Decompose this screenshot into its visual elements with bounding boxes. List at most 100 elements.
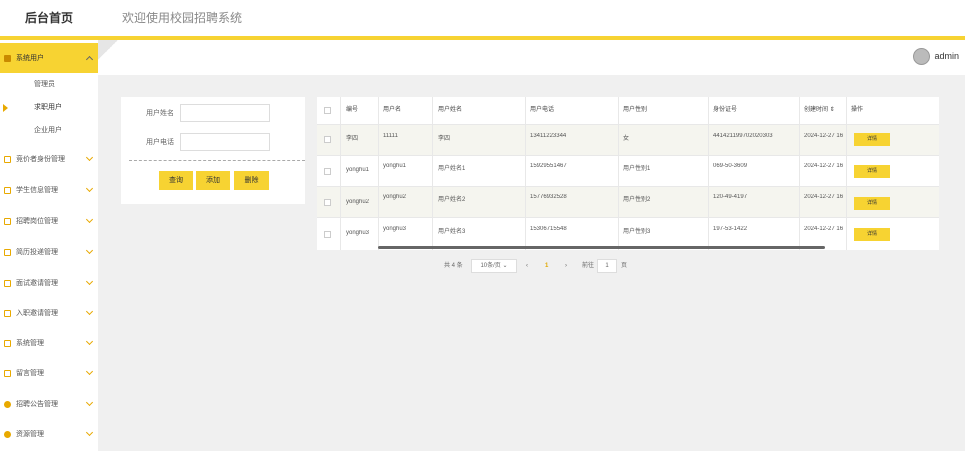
col-divider [618, 97, 619, 250]
phone-search-input[interactable] [180, 133, 270, 151]
folder-icon [4, 309, 11, 317]
sidebar-item-group-9[interactable]: 招聘公告管理 [0, 389, 98, 419]
welcome-title: 欢迎使用校园招聘系统 [122, 11, 243, 25]
goto-page-input[interactable]: 1 [597, 259, 617, 273]
folder-icon [4, 217, 11, 225]
col-divider [708, 97, 709, 250]
cell-created: 2024-12-27 16 [804, 133, 844, 139]
col-header-phone: 用户电话 [530, 107, 555, 113]
folder-icon [4, 248, 11, 256]
cell-idcard: 120-49-4197 [713, 194, 748, 200]
cell-created: 2024-12-27 16 [804, 194, 844, 200]
cell-name: 用户姓名3 [438, 229, 466, 235]
folder-icon [4, 279, 11, 287]
cell-id: yonghu2 [346, 199, 370, 205]
chevron-down-icon [85, 153, 94, 162]
cell-id: yonghu1 [346, 167, 370, 173]
sidebar-item-label: 学生信息管理 [16, 187, 58, 194]
chevron-down-icon [85, 184, 94, 193]
col-header-username: 用户名 [383, 107, 402, 113]
sidebar-item-label: 留言管理 [16, 370, 44, 377]
sidebar-item-label: 简历投递管理 [16, 249, 58, 256]
sidebar-item-label: 系统管理 [16, 340, 44, 347]
delete-button[interactable]: 删除 [234, 171, 269, 190]
sidebar-item-group-8[interactable]: 留言管理 [0, 358, 98, 388]
chevron-down-icon [85, 215, 94, 224]
content-toolbar: admin [98, 40, 965, 75]
cell-idcard: 197-53-1422 [713, 226, 748, 232]
sidebar-item-label: 招聘公告管理 [16, 401, 58, 408]
sidebar-subitem-companies[interactable]: 企业用户 [0, 120, 98, 142]
col-header-idcard: 身份证号 [713, 107, 738, 113]
sidebar-item-label: 竞价者身份管理 [16, 156, 65, 163]
row-checkbox[interactable] [324, 199, 331, 206]
col-divider [846, 97, 847, 250]
chevron-down-icon [85, 428, 94, 437]
cell-created: 2024-12-27 16 [804, 163, 844, 169]
sidebar-item-label: 资源管理 [16, 431, 44, 438]
username-search-input[interactable] [180, 104, 270, 122]
chevron-down-icon: ⌄ [502, 263, 508, 269]
select-all-checkbox[interactable] [324, 107, 331, 114]
folder-icon [4, 339, 11, 347]
detail-button[interactable]: 详情 [854, 133, 890, 146]
sidebar-item-group-10[interactable]: 资源管理 [0, 419, 98, 449]
col-header-created-sortable[interactable]: 创建时间 ⇕ [804, 97, 846, 124]
row-checkbox[interactable] [324, 168, 331, 175]
chevron-up-icon [85, 55, 94, 64]
col-divider [799, 97, 800, 250]
cell-username: yonghu3 [383, 226, 407, 232]
sidebar-item-group-7[interactable]: 系统管理 [0, 328, 98, 358]
user-name[interactable]: admin [934, 51, 959, 61]
cell-id: 李四 [346, 136, 359, 142]
info-icon [4, 400, 11, 408]
goto-label: 前往 [582, 263, 595, 269]
horizontal-scrollbar[interactable] [378, 246, 825, 249]
sidebar-subitem-job-seekers[interactable]: 求职用户 [0, 97, 98, 119]
cell-gender: 用户性别3 [623, 229, 651, 235]
tab-corner-icon [98, 40, 118, 60]
next-page-button[interactable]: › [565, 258, 567, 274]
cell-gender: 女 [623, 136, 630, 142]
cell-phone: 15929551467 [530, 163, 567, 169]
users-table: 编号 用户名 用户姓名 用户电话 用户性别 身份证号 创建时间 ⇕ 操作 李四 … [317, 97, 939, 250]
page-size-select[interactable]: 10条/页 ⌄ [471, 259, 517, 273]
col-header-actions: 操作 [851, 107, 864, 113]
sidebar-item-group-1[interactable]: 竞价者身份管理 [0, 144, 98, 174]
username-search-label: 用户姓名 [146, 110, 174, 117]
row-checkbox[interactable] [324, 136, 331, 143]
sidebar-item-group-4[interactable]: 简历投递管理 [0, 237, 98, 267]
selected-marker-icon [3, 104, 8, 112]
row-checkbox[interactable] [324, 231, 331, 238]
detail-button[interactable]: 详情 [854, 165, 890, 178]
avatar[interactable] [913, 48, 930, 65]
phone-search-label: 用户电话 [146, 139, 174, 146]
cell-name: 李四 [438, 136, 451, 142]
query-button[interactable]: 查询 [159, 171, 193, 190]
sidebar-item-group-5[interactable]: 面试邀请管理 [0, 268, 98, 298]
prev-page-button[interactable]: ‹ [526, 258, 528, 274]
sidebar-subitem-admin[interactable]: 管理员 [0, 74, 98, 96]
cell-id: yonghu3 [346, 230, 370, 236]
cell-phone: 13411223344 [530, 133, 567, 139]
cell-idcard: 069-50-3609 [713, 163, 748, 169]
sidebar-item-group-6[interactable]: 入职邀请管理 [0, 298, 98, 328]
divider [129, 160, 305, 161]
pagination-total: 共 4 条 [444, 263, 463, 269]
chevron-down-icon [85, 246, 94, 255]
sidebar-item-group-3[interactable]: 招聘岗位管理 [0, 206, 98, 236]
home-link[interactable]: 后台首页 [0, 0, 98, 36]
folder-icon [4, 186, 11, 194]
cell-gender: 用户性别2 [623, 197, 651, 203]
col-divider [378, 97, 379, 250]
page-number-current[interactable]: 1 [545, 258, 548, 274]
detail-button[interactable]: 详情 [854, 197, 890, 210]
sidebar-item-label: 入职邀请管理 [16, 310, 58, 317]
sidebar-item-system-users[interactable]: 系统用户 [0, 43, 98, 73]
add-button[interactable]: 添加 [196, 171, 230, 190]
chevron-down-icon [85, 307, 94, 316]
sidebar-item-group-2[interactable]: 学生信息管理 [0, 175, 98, 205]
cell-username: yonghu2 [383, 194, 407, 200]
col-header-id: 编号 [346, 107, 359, 113]
detail-button[interactable]: 详情 [854, 228, 890, 241]
